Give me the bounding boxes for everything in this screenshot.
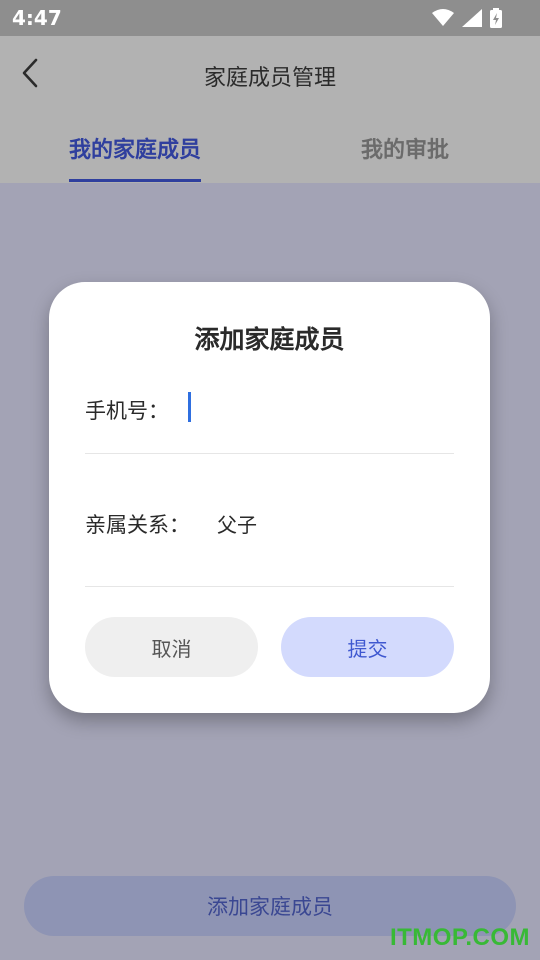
dialog-title: 添加家庭成员 bbox=[194, 325, 345, 354]
status-bar: 4:47 bbox=[0, 0, 540, 36]
tab-my-approvals[interactable]: 我的审批 bbox=[270, 132, 540, 164]
tab-active-indicator bbox=[69, 179, 201, 182]
text-cursor bbox=[188, 392, 191, 422]
wifi-icon bbox=[432, 9, 454, 27]
watermark: ITMOP.COM bbox=[389, 924, 530, 951]
header: 家庭成员管理 我的家庭成员 我的审批 bbox=[0, 36, 540, 183]
battery-icon bbox=[490, 8, 502, 28]
divider bbox=[85, 586, 454, 587]
relation-label: 亲属关系： bbox=[85, 513, 190, 537]
status-time: 4:47 bbox=[12, 6, 62, 30]
signal-icon bbox=[462, 9, 482, 27]
phone-input[interactable] bbox=[199, 390, 453, 428]
status-icons bbox=[432, 8, 502, 28]
tab-bar: 我的家庭成员 我的审批 bbox=[0, 132, 540, 183]
tab-my-family-members[interactable]: 我的家庭成员 bbox=[0, 132, 270, 164]
cancel-button[interactable]: 取消 bbox=[85, 617, 258, 677]
relation-select[interactable]: 父子 bbox=[217, 509, 257, 538]
submit-button[interactable]: 提交 bbox=[281, 617, 454, 677]
page-title: 家庭成员管理 bbox=[203, 66, 336, 91]
add-family-member-dialog: 添加家庭成员 手机号： 亲属关系： 父子 取消 提交 bbox=[49, 282, 490, 713]
divider bbox=[85, 453, 454, 454]
phone-label: 手机号： bbox=[85, 399, 169, 423]
